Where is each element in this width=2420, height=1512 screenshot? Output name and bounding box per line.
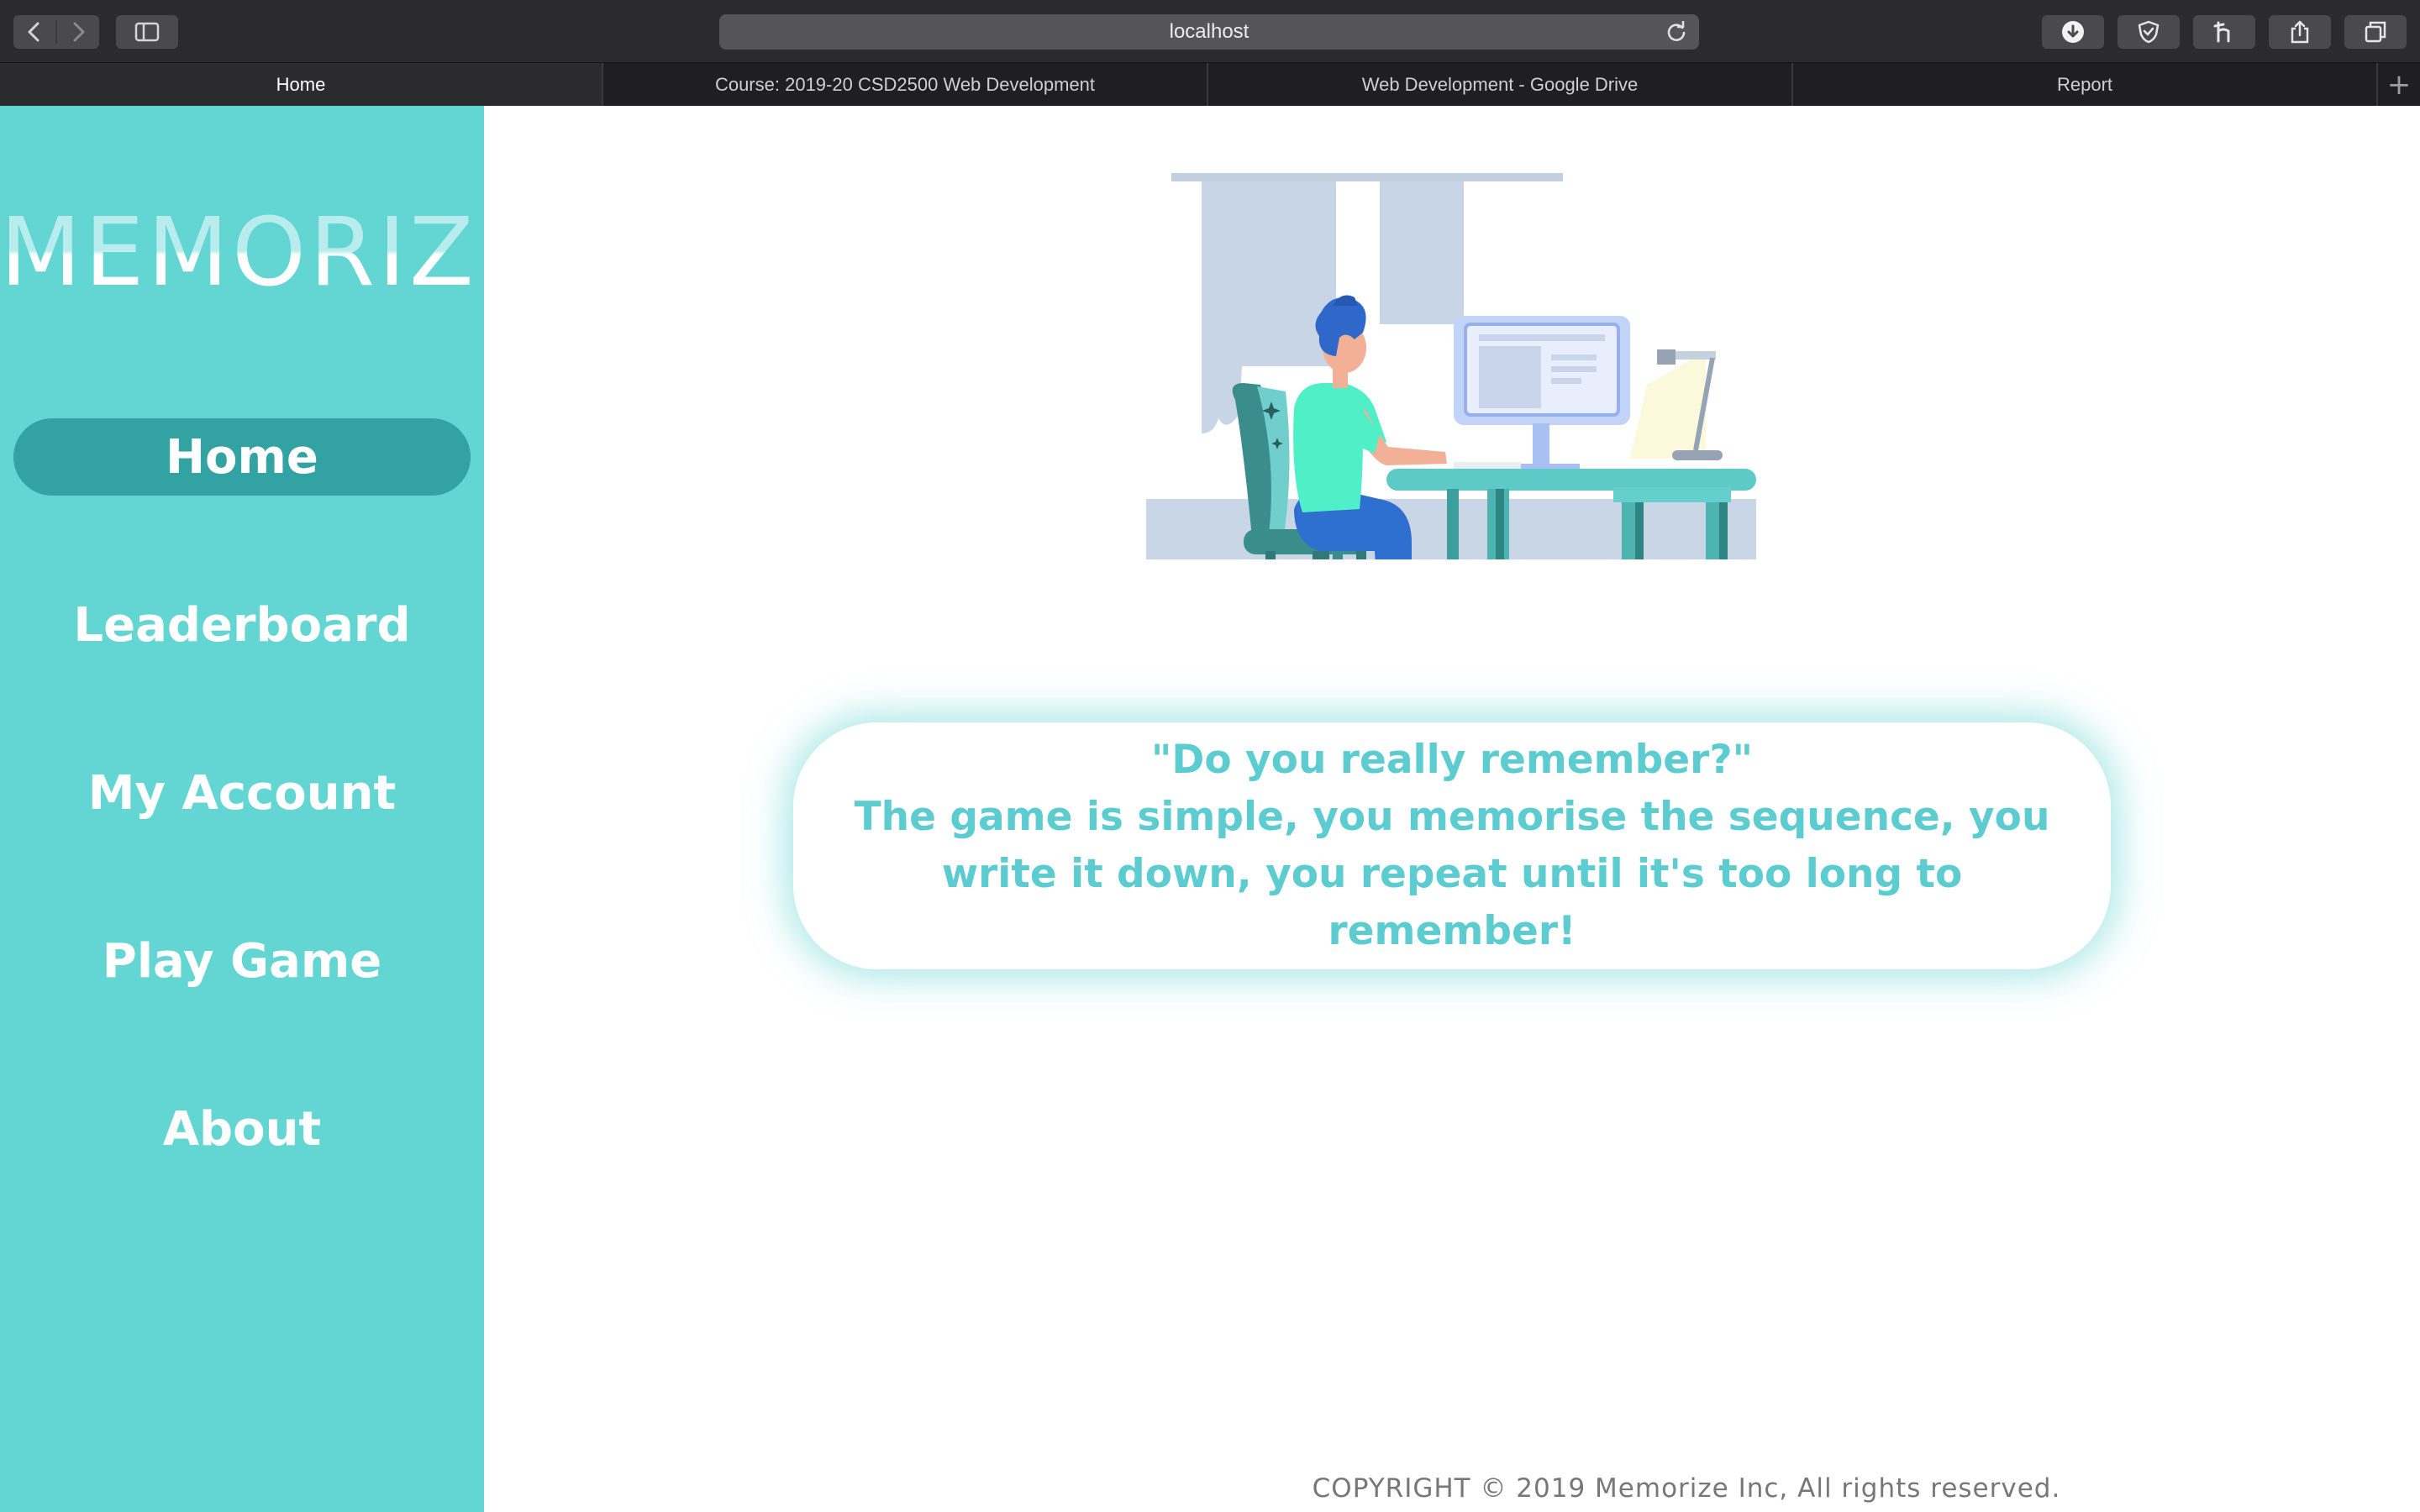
sidebar: MEMORIZE Home Leaderboard My Account Pla… — [0, 106, 537, 1512]
forward-button[interactable] — [57, 15, 99, 49]
tab-google-drive[interactable]: Web Development - Google Drive — [1208, 63, 1793, 107]
tabs-overview-icon — [2365, 21, 2386, 43]
nav-home[interactable]: Home — [13, 418, 471, 496]
shield-icon — [2138, 20, 2160, 44]
sidebar-toggle-icon — [134, 22, 160, 42]
share-icon — [2291, 20, 2309, 44]
tab-report[interactable]: Report — [1793, 63, 2378, 107]
navigation-buttons — [13, 15, 99, 49]
address-bar[interactable]: localhost — [719, 14, 1699, 50]
nav-about[interactable]: About — [13, 1090, 471, 1168]
browser-chrome: localhost Home Course: 2019-20 CSD2500 W… — [0, 0, 2420, 107]
nav-play-game[interactable]: Play Game — [13, 922, 471, 1000]
copyright-footer: COPYRIGHT © 2019 Memorize Inc, All right… — [1312, 1473, 2061, 1504]
nav-leaderboard[interactable]: Leaderboard — [13, 586, 471, 664]
logo[interactable]: MEMORIZE — [0, 198, 537, 307]
downloads-button[interactable] — [2042, 15, 2104, 49]
hero-illustration — [1146, 173, 1756, 559]
share-button[interactable] — [2269, 15, 2331, 49]
extension-button[interactable] — [2193, 15, 2255, 49]
reload-icon[interactable] — [1665, 21, 1687, 43]
privacy-button[interactable] — [2118, 15, 2180, 49]
new-tab-button[interactable]: + — [2378, 63, 2420, 107]
back-icon — [28, 22, 39, 42]
tab-course[interactable]: Course: 2019-20 CSD2500 Web Development — [603, 63, 1208, 107]
browser-toolbar: localhost — [0, 0, 2420, 62]
intro-card: "Do you really remember?" The game is si… — [793, 722, 2111, 969]
tab-home[interactable]: Home — [0, 63, 603, 107]
forward-icon — [73, 22, 85, 42]
url-text: localhost — [1169, 20, 1249, 43]
game-description: The game is simple, you memorise the seq… — [854, 794, 2050, 954]
nav-my-account[interactable]: My Account — [13, 754, 471, 832]
tab-bar: Home Course: 2019-20 CSD2500 Web Develop… — [0, 62, 2420, 107]
download-icon — [2062, 21, 2084, 43]
hook-icon — [2213, 21, 2230, 43]
quote-line: "Do you really remember?" — [1150, 737, 1754, 783]
web-page: MEMORIZE Home Leaderboard My Account Pla… — [0, 106, 2420, 1512]
tab-overview-button[interactable] — [2344, 15, 2407, 49]
sidebar-toggle-button[interactable] — [116, 15, 178, 49]
back-button[interactable] — [13, 15, 55, 49]
